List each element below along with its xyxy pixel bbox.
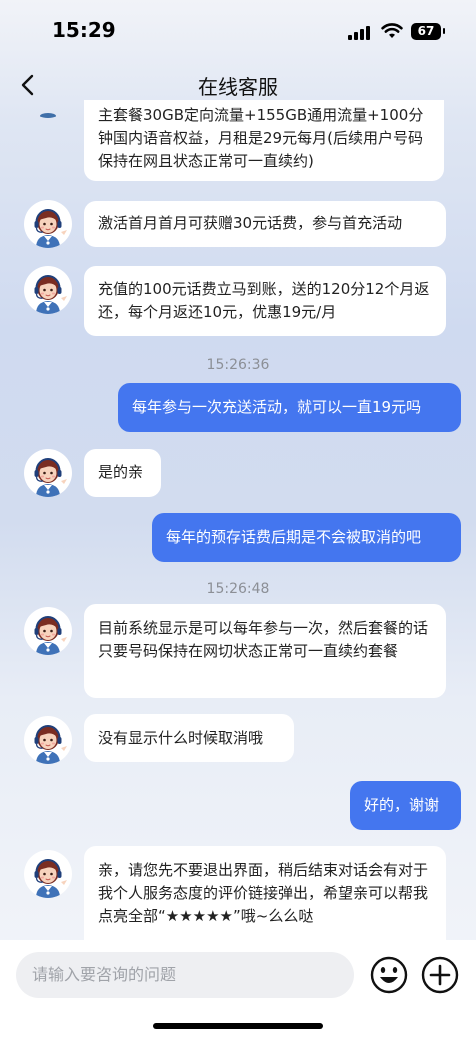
message-input[interactable]: 请输入要咨询的问题 [16,952,354,998]
user-message: 每年的预存话费后期是不会被取消的吧 [152,513,461,562]
input-bar: 请输入要咨询的问题 [0,940,476,1040]
home-indicator [153,1023,323,1029]
agent-avatar [24,607,72,655]
wifi-icon [381,23,403,38]
agent-avatar [24,716,72,764]
agent-message: 没有显示什么时候取消哦 [84,714,294,762]
agent-avatar [24,449,72,497]
timestamp: 15:26:48 [206,581,270,597]
emoji-icon[interactable] [369,955,409,995]
user-message: 好的，谢谢 [350,781,461,830]
user-message: 每年参与一次充送活动，就可以一直19元吗 [118,383,461,432]
agent-message: 目前系统显示是可以每年参与一次，然后套餐的话 只要号码保持在网切状态正常可一直续… [84,604,446,698]
agent-message: 亲，请您先不要退出界面，稍后结束对话会有对于我个人服务态度的评价链接弹出，希望亲… [84,846,446,940]
agent-message: 充值的100元话费立马到账，送的120分12个月返还，每个月返还10元，优惠19… [84,266,446,336]
agent-message: 激活首月首月可获赠30元话费，参与首充活动 [84,201,446,247]
page-title: 在线客服 [198,75,278,99]
cellular-signal-icon [348,26,374,40]
agent-message: 主套餐30GB定向流量+155GB通用流量+100分钟国内语音权益，月租是29元… [84,100,444,181]
timestamp: 15:26:36 [206,357,270,373]
status-time: 15:29 [52,18,116,42]
agent-avatar [24,850,72,898]
agent-avatar [24,266,72,314]
agent-message: 是的亲 [84,449,161,497]
battery-icon: 67 [411,23,445,40]
agent-avatar [24,200,72,248]
plus-circle-icon[interactable] [420,955,460,995]
status-bar: 15:29 67 [0,0,476,62]
